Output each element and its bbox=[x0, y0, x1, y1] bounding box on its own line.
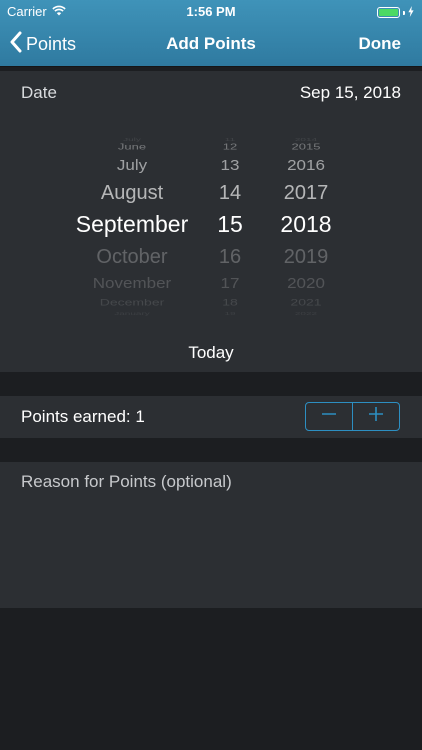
increment-button[interactable] bbox=[353, 403, 399, 430]
back-button[interactable]: Points bbox=[10, 22, 76, 66]
day-option[interactable]: 13 bbox=[206, 158, 254, 172]
year-option-selected[interactable]: 2018 bbox=[270, 213, 342, 236]
date-value: Sep 15, 2018 bbox=[299, 83, 401, 102]
chevron-left-icon bbox=[10, 31, 22, 58]
day-option: 19 bbox=[224, 311, 236, 317]
day-option-selected[interactable]: 15 bbox=[206, 213, 254, 236]
month-option: January bbox=[114, 311, 150, 317]
month-option[interactable]: November bbox=[62, 276, 202, 290]
back-button-label: Points bbox=[26, 33, 77, 54]
month-wheel[interactable]: July June July August September October … bbox=[62, 129, 202, 319]
month-option-selected[interactable]: September bbox=[62, 213, 202, 236]
year-option[interactable]: 2016 bbox=[270, 158, 342, 172]
nav-bar: Points Add Points Done bbox=[0, 22, 422, 66]
month-option[interactable]: July bbox=[62, 158, 202, 172]
status-time: 1:56 PM bbox=[186, 4, 236, 19]
done-button[interactable]: Done bbox=[359, 22, 402, 66]
points-stepper[interactable] bbox=[305, 402, 400, 431]
points-row: Points earned: 1 bbox=[0, 396, 422, 438]
battery-group bbox=[377, 5, 414, 20]
charging-bolt-icon bbox=[408, 5, 414, 20]
year-option[interactable]: 2019 bbox=[270, 247, 342, 267]
day-option[interactable]: 18 bbox=[206, 297, 254, 306]
month-option[interactable]: December bbox=[62, 297, 202, 306]
battery-cap bbox=[403, 10, 405, 15]
reason-section bbox=[0, 462, 422, 608]
battery-icon bbox=[377, 7, 400, 18]
year-option[interactable]: 2020 bbox=[270, 276, 342, 290]
date-row[interactable]: Date Sep 15, 2018 bbox=[0, 71, 422, 115]
plus-icon bbox=[368, 406, 384, 427]
today-button[interactable]: Today bbox=[0, 343, 422, 363]
month-option[interactable]: August bbox=[62, 183, 202, 203]
reason-input[interactable] bbox=[21, 472, 401, 598]
decrement-button[interactable] bbox=[306, 403, 352, 430]
year-option[interactable]: 2015 bbox=[270, 142, 342, 150]
day-wheel[interactable]: 11 12 13 14 15 16 17 18 19 bbox=[206, 129, 254, 319]
date-section: Date Sep 15, 2018 July June July August … bbox=[0, 71, 422, 372]
day-option[interactable]: 16 bbox=[206, 247, 254, 267]
day-option[interactable]: 17 bbox=[206, 276, 254, 290]
date-label: Date bbox=[21, 83, 57, 102]
year-option[interactable]: 2021 bbox=[270, 297, 342, 306]
date-picker[interactable]: July June July August September October … bbox=[0, 129, 422, 319]
navigation-header: Carrier 1:56 PM Points Add Points Done bbox=[0, 0, 422, 66]
year-wheel[interactable]: 2014 2015 2016 2017 2018 2019 2020 2021 … bbox=[270, 129, 342, 319]
status-bar: Carrier 1:56 PM bbox=[0, 0, 422, 22]
year-option: 2022 bbox=[294, 311, 318, 317]
battery-level bbox=[379, 9, 398, 16]
minus-icon bbox=[321, 406, 337, 427]
year-option[interactable]: 2017 bbox=[270, 183, 342, 203]
month-option[interactable]: October bbox=[62, 247, 202, 267]
points-earned-label: Points earned: 1 bbox=[21, 407, 145, 426]
day-option[interactable]: 14 bbox=[206, 183, 254, 203]
day-option[interactable]: 12 bbox=[206, 142, 254, 150]
month-option[interactable]: June bbox=[62, 142, 202, 150]
